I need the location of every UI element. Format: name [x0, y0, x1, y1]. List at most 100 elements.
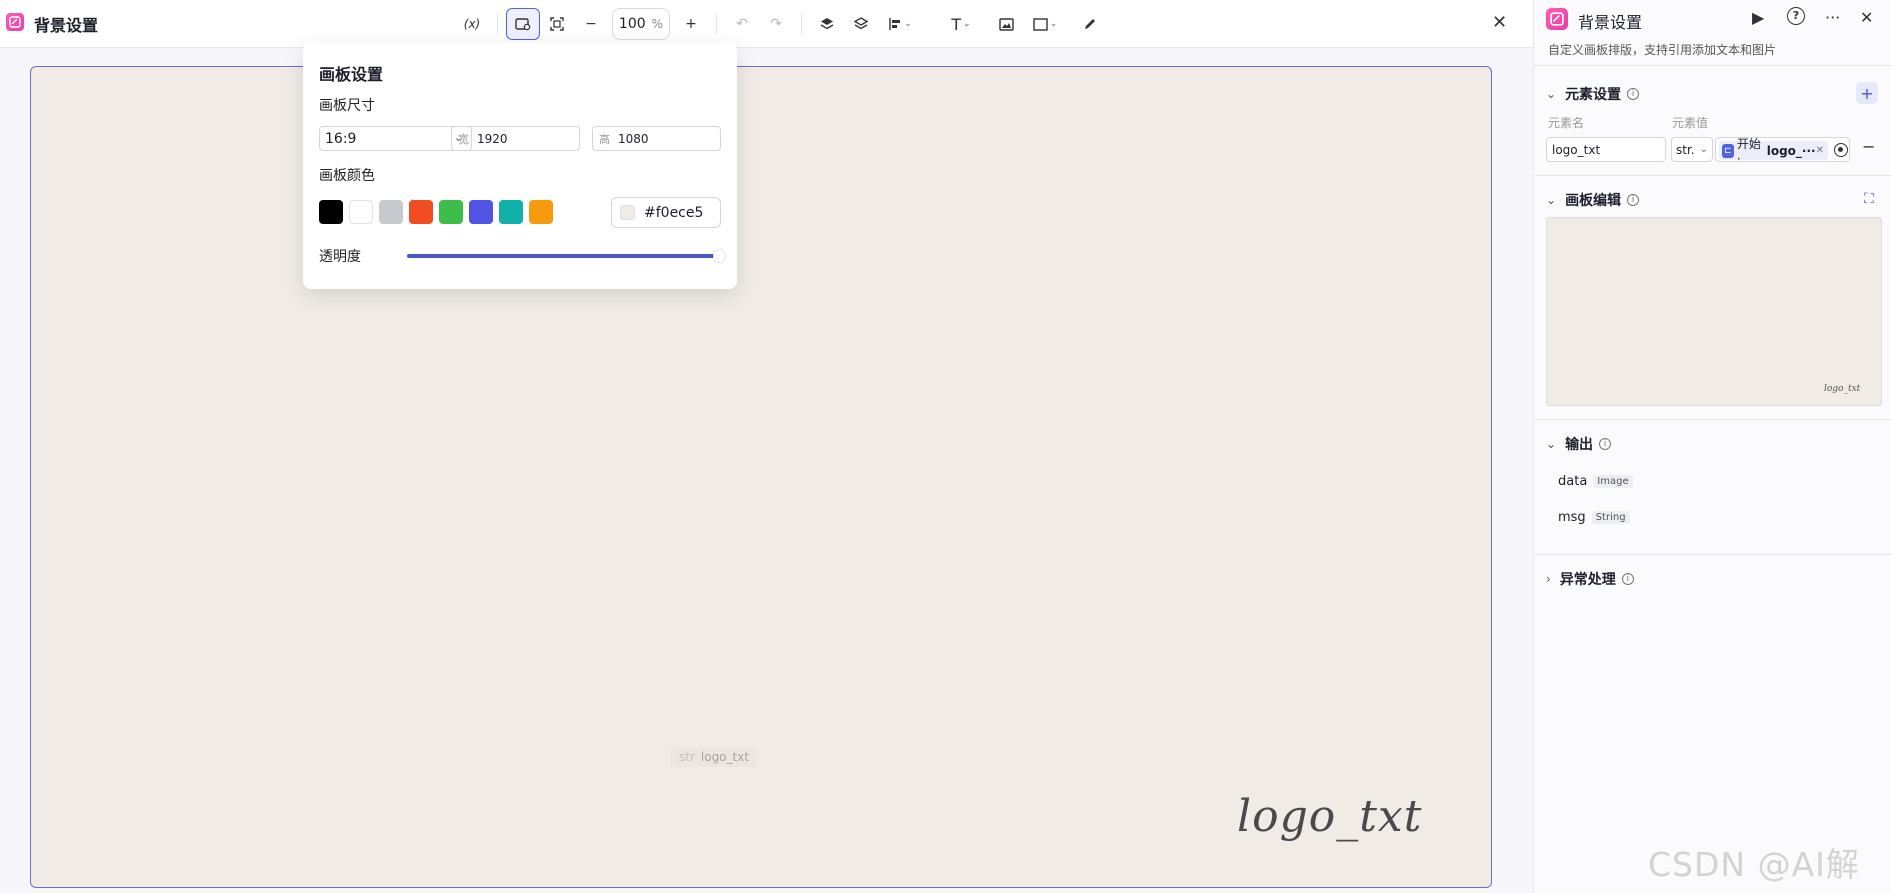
- section-title: 输出: [1565, 437, 1594, 453]
- output-row: msg String: [1558, 510, 1630, 525]
- chevron-down-icon: ⌄: [963, 19, 971, 29]
- remove-element-button[interactable]: −: [1862, 137, 1875, 156]
- preview-logo-text: logo_txt: [1824, 384, 1861, 394]
- draw-button[interactable]: [1073, 8, 1107, 40]
- undo-button[interactable]: ↶: [725, 8, 759, 40]
- variable-picker-icon[interactable]: [1834, 143, 1848, 157]
- toolbar-divider: [716, 14, 717, 34]
- section-title: 元素设置: [1565, 87, 1622, 103]
- canvas-logo-text[interactable]: logo_txt: [1237, 791, 1422, 842]
- canvas-settings-icon: [515, 18, 531, 31]
- element-name-input[interactable]: logo_txt: [1546, 137, 1666, 162]
- zoom-unit: %: [651, 17, 664, 31]
- chevron-down-icon: ⌄: [1049, 19, 1058, 29]
- fit-view-button[interactable]: [540, 8, 574, 40]
- toolbar-divider: [801, 14, 802, 34]
- slider-handle[interactable]: [713, 250, 725, 262]
- artboard-canvas[interactable]: str logo_txt logo_txt: [30, 66, 1492, 888]
- send-backward-button[interactable]: [844, 8, 878, 40]
- expand-icon: ⛶: [1864, 191, 1874, 207]
- close-button[interactable]: ✕: [1492, 12, 1507, 33]
- add-image-button[interactable]: [989, 8, 1023, 40]
- info-icon[interactable]: i: [1627, 88, 1640, 100]
- remove-reference-icon[interactable]: ✕: [1816, 145, 1824, 156]
- fullscreen-edit-button[interactable]: ⛶: [1864, 191, 1874, 207]
- width-prefix: 宽: [458, 132, 469, 146]
- add-element-button[interactable]: +: [1856, 82, 1878, 104]
- align-left-icon: [889, 18, 901, 30]
- output-type-badge: String: [1591, 511, 1630, 524]
- hex-color-input[interactable]: #f0ece5: [611, 197, 721, 228]
- output-row: data Image: [1558, 474, 1633, 489]
- run-button[interactable]: ▶: [1752, 8, 1764, 27]
- color-swatch[interactable]: [319, 200, 343, 224]
- color-swatch[interactable]: [409, 200, 433, 224]
- minus-icon: −: [585, 16, 597, 32]
- opacity-slider[interactable]: [407, 250, 725, 262]
- width-input[interactable]: 宽 1920: [451, 126, 580, 151]
- panel-title: 背景设置: [1578, 13, 1643, 32]
- pencil-icon: [1085, 19, 1095, 29]
- ratio-select[interactable]: 16:9 ⌄: [319, 126, 472, 151]
- add-shape-button[interactable]: ⌄: [1023, 8, 1067, 40]
- color-swatch[interactable]: [469, 200, 493, 224]
- color-swatch[interactable]: [529, 200, 553, 224]
- layer-up-icon: [820, 18, 834, 30]
- variable-button[interactable]: (x): [455, 8, 489, 40]
- align-button[interactable]: ⌄: [878, 8, 922, 40]
- info-icon[interactable]: i: [1599, 438, 1612, 450]
- output-name: data: [1558, 474, 1588, 489]
- canvas-preview[interactable]: logo_txt: [1546, 217, 1882, 406]
- color-preview-chip: [620, 205, 635, 220]
- color-swatch[interactable]: [379, 200, 403, 224]
- more-button[interactable]: ···: [1825, 8, 1840, 27]
- chevron-down-icon: ⌄: [904, 19, 912, 29]
- element-type: str: [679, 750, 695, 764]
- height-input[interactable]: 高 1080: [592, 126, 721, 151]
- toolbar-divider: [497, 14, 498, 34]
- reference-chip[interactable]: ⊏ 开始 · logo_··· ✕: [1719, 137, 1828, 166]
- zoom-out-button[interactable]: −: [574, 8, 608, 40]
- help-button[interactable]: ?: [1787, 7, 1805, 25]
- popover-title: 画板设置: [319, 65, 384, 84]
- zoom-in-button[interactable]: +: [674, 8, 708, 40]
- divider: [1534, 175, 1891, 176]
- node-icon: [1546, 8, 1568, 30]
- info-icon[interactable]: i: [1621, 573, 1634, 585]
- node-config-panel: 背景设置 ▶ ? ··· ✕ 自定义画板排版，支持引用添加文本和图片 ⌄ 元素设…: [1533, 0, 1891, 893]
- bring-forward-button[interactable]: [810, 8, 844, 40]
- opacity-label: 透明度: [319, 249, 361, 265]
- canvas-settings-button[interactable]: [506, 8, 540, 40]
- element-placeholder-tag[interactable]: str logo_txt: [671, 747, 758, 767]
- chevron-down-icon: ⌄: [1546, 193, 1557, 207]
- start-node-icon: ⊏: [1722, 143, 1734, 158]
- zoom-input[interactable]: 100 %: [612, 8, 670, 40]
- col-name-label: 元素名: [1548, 116, 1585, 130]
- panel-description: 自定义画板排版，支持引用添加文本和图片: [1548, 43, 1777, 57]
- chevron-right-icon: ›: [1546, 572, 1551, 586]
- node-icon: [6, 13, 24, 31]
- fit-view-icon: [550, 17, 564, 31]
- text-icon: T: [951, 14, 962, 34]
- color-swatch[interactable]: [349, 200, 373, 224]
- color-label: 画板颜色: [319, 168, 375, 184]
- redo-button[interactable]: ↷: [759, 8, 793, 40]
- toolbar-divider: [930, 14, 931, 34]
- play-icon: ▶: [1752, 8, 1765, 27]
- variable-icon: (x): [463, 17, 481, 31]
- color-swatch[interactable]: [439, 200, 463, 224]
- output-section-header[interactable]: ⌄ 输出 i: [1546, 434, 1612, 454]
- ref-source: 开始 ·: [1736, 137, 1761, 166]
- elements-section-header[interactable]: ⌄ 元素设置 i: [1546, 84, 1640, 104]
- add-text-button[interactable]: T ⌄: [939, 8, 983, 40]
- panel-close-button[interactable]: ✕: [1860, 8, 1873, 27]
- element-type-select[interactable]: str. ⌄: [1671, 137, 1713, 162]
- question-icon: ?: [1792, 9, 1800, 22]
- error-section-header[interactable]: › 异常处理 i: [1546, 569, 1634, 589]
- canvas-section-header[interactable]: ⌄ 画板编辑 i: [1546, 190, 1640, 210]
- color-swatch[interactable]: [499, 200, 523, 224]
- redo-icon: ↷: [770, 16, 782, 32]
- element-value-reference[interactable]: ⊏ 开始 · logo_··· ✕: [1715, 137, 1850, 166]
- info-icon[interactable]: i: [1627, 194, 1640, 206]
- ref-field: logo_···: [1766, 143, 1816, 158]
